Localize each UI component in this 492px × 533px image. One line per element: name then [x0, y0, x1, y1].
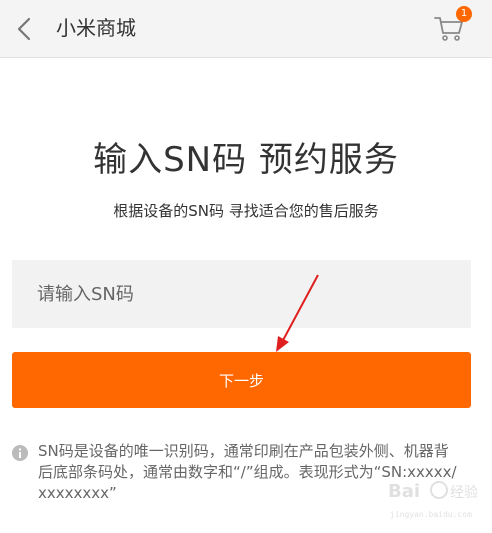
header-title: 小米商城 [56, 16, 136, 40]
next-step-button[interactable]: 下一步 [12, 352, 471, 408]
info-icon [12, 445, 28, 461]
page-subtitle: 根据设备的SN码 寻找适合您的售后服务 [113, 202, 379, 220]
back-button[interactable] [12, 14, 38, 44]
svg-text:jingyan.baidu.com: jingyan.baidu.com [390, 510, 472, 519]
page-title: 输入SN码 预约服务 [93, 140, 399, 180]
chevron-left-icon [17, 17, 31, 41]
header-bar: 小米商城 1 [0, 0, 492, 58]
sn-input[interactable] [12, 260, 471, 328]
sn-info-text: SN码是设备的唯一识别码，通常印刷在产品包装外侧、机器背后底部条码处，通常由数字… [38, 442, 457, 502]
cart-count-badge: 1 [456, 6, 472, 22]
